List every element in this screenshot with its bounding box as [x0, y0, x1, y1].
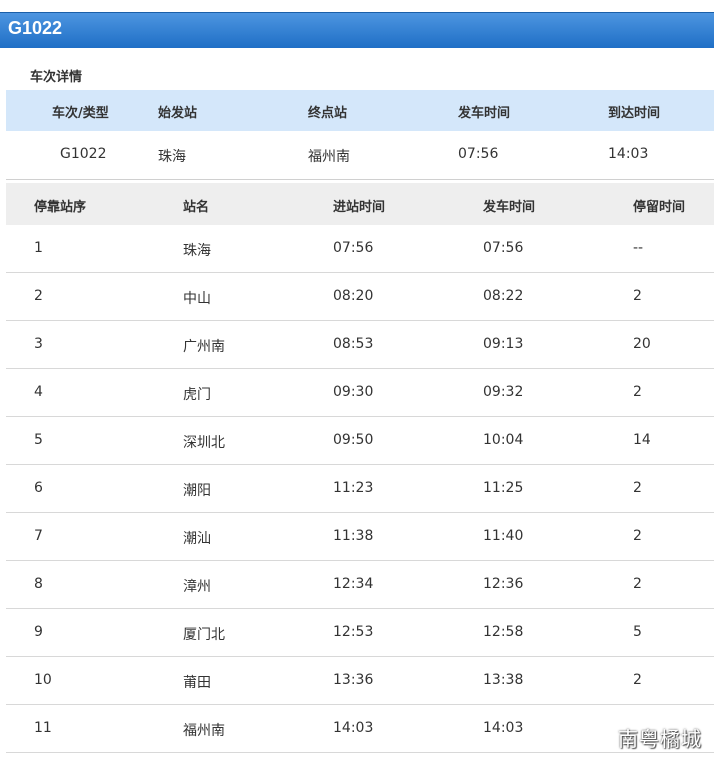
stop-dwell-time: 2 [633, 672, 642, 688]
summary-departure: 07:56 [458, 146, 499, 162]
stop-sequence: 8 [34, 576, 43, 592]
table-row: 3 广州南 08:53 09:13 20 [6, 321, 714, 369]
stop-sequence: 9 [34, 624, 43, 640]
stop-sequence: 10 [34, 672, 52, 688]
stop-dwell-time: 14 [633, 432, 651, 448]
stop-dwell-time: -- [633, 240, 644, 256]
train-summary-table: 车次/类型 始发站 终点站 发车时间 到达时间 G1022 珠海 福州南 07:… [6, 90, 714, 180]
stop-station: 潮汕 [183, 531, 211, 547]
stops-col-sequence: 停靠站序 [34, 200, 87, 215]
table-row: 5 深圳北 09:50 10:04 14 [6, 417, 714, 465]
table-row: 8 漳州 12:34 12:36 2 [6, 561, 714, 609]
stops-col-arrive: 进站时间 [333, 200, 386, 215]
stop-depart-time: 14:03 [483, 720, 524, 736]
summary-col-origin: 始发站 [158, 106, 198, 121]
stop-station: 广州南 [183, 339, 225, 355]
stop-depart-time: 07:56 [483, 240, 524, 256]
table-row: 2 中山 08:20 08:22 2 [6, 273, 714, 321]
summary-col-departure: 发车时间 [458, 106, 511, 121]
summary-col-arrival: 到达时间 [608, 106, 661, 121]
stop-depart-time: 12:36 [483, 576, 524, 592]
summary-col-train-type: 车次/类型 [52, 106, 109, 121]
stop-arrive-time: 08:53 [333, 336, 374, 352]
stop-dwell-time: 2 [633, 384, 642, 400]
stop-arrive-time: 11:23 [333, 480, 374, 496]
stop-station: 深圳北 [183, 435, 225, 451]
table-row: 9 厦门北 12:53 12:58 5 [6, 609, 714, 657]
stop-arrive-time: 14:03 [333, 720, 374, 736]
stop-station: 福州南 [183, 723, 225, 739]
stops-table: 停靠站序 站名 进站时间 发车时间 停留时间 1 珠海 07:56 07:56 … [6, 183, 714, 753]
watermark-text: 南粤橘城 [618, 727, 702, 751]
stop-depart-time: 09:13 [483, 336, 524, 352]
stop-depart-time: 10:04 [483, 432, 524, 448]
stop-dwell-time: 2 [633, 528, 642, 544]
summary-arrival: 14:03 [608, 146, 649, 162]
stop-depart-time: 11:40 [483, 528, 524, 544]
stop-dwell-time: 2 [633, 480, 642, 496]
stop-sequence: 7 [34, 528, 43, 544]
stop-arrive-time: 12:34 [333, 576, 374, 592]
table-row: 7 潮汕 11:38 11:40 2 [6, 513, 714, 561]
table-row: 4 虎门 09:30 09:32 2 [6, 369, 714, 417]
table-row: 1 珠海 07:56 07:56 -- [6, 225, 714, 273]
stops-col-dwell: 停留时间 [633, 200, 686, 215]
stop-station: 莆田 [183, 675, 211, 691]
stop-depart-time: 11:25 [483, 480, 524, 496]
stop-arrive-time: 08:20 [333, 288, 374, 304]
stop-sequence: 11 [34, 720, 52, 736]
stop-dwell-time: 2 [633, 288, 642, 304]
stop-sequence: 2 [34, 288, 43, 304]
stop-sequence: 1 [34, 240, 43, 256]
stop-depart-time: 12:58 [483, 624, 524, 640]
train-number-title: G1022 [8, 18, 63, 38]
summary-col-terminus: 终点站 [308, 106, 348, 121]
train-title-bar: G1022 [0, 12, 714, 48]
table-row: 6 潮阳 11:23 11:25 2 [6, 465, 714, 513]
stop-station: 厦门北 [183, 627, 225, 643]
stops-col-station: 站名 [183, 200, 210, 215]
stop-station: 珠海 [183, 243, 211, 259]
stop-depart-time: 13:38 [483, 672, 524, 688]
stop-dwell-time: 5 [633, 624, 642, 640]
table-row: 11 福州南 14:03 14:03 [6, 705, 714, 753]
stop-sequence: 6 [34, 480, 43, 496]
stop-dwell-time: 20 [633, 336, 651, 352]
stop-station: 漳州 [183, 579, 211, 595]
stop-arrive-time: 13:36 [333, 672, 374, 688]
summary-data-row: G1022 珠海 福州南 07:56 14:03 [6, 131, 714, 180]
stop-arrive-time: 07:56 [333, 240, 374, 256]
summary-origin: 珠海 [158, 149, 186, 165]
summary-header-row: 车次/类型 始发站 终点站 发车时间 到达时间 [6, 90, 714, 131]
stop-station: 潮阳 [183, 483, 211, 499]
stop-arrive-time: 09:30 [333, 384, 374, 400]
stops-col-depart: 发车时间 [483, 200, 536, 215]
section-title: 车次详情 [30, 70, 83, 85]
summary-terminus: 福州南 [308, 149, 350, 165]
stop-dwell-time: 2 [633, 576, 642, 592]
stop-station: 中山 [183, 291, 211, 307]
summary-train-number: G1022 [60, 146, 107, 162]
stops-header-row: 停靠站序 站名 进站时间 发车时间 停留时间 [6, 183, 714, 225]
stop-arrive-time: 11:38 [333, 528, 374, 544]
table-row: 10 莆田 13:36 13:38 2 [6, 657, 714, 705]
stop-station: 虎门 [183, 387, 211, 403]
stop-depart-time: 09:32 [483, 384, 524, 400]
stop-sequence: 4 [34, 384, 43, 400]
stop-sequence: 3 [34, 336, 43, 352]
stop-depart-time: 08:22 [483, 288, 524, 304]
stop-sequence: 5 [34, 432, 43, 448]
stop-arrive-time: 12:53 [333, 624, 374, 640]
stop-arrive-time: 09:50 [333, 432, 374, 448]
